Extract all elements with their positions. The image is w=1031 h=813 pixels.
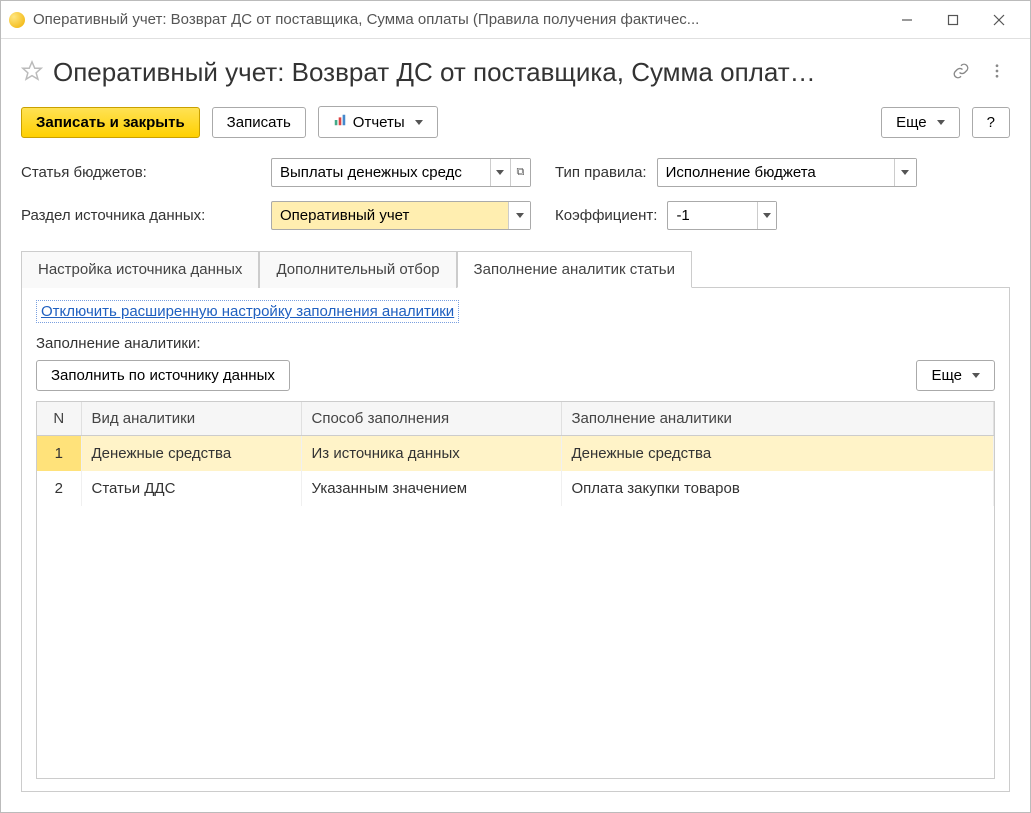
source-section-dropdown-button[interactable]: [508, 202, 530, 229]
col-n[interactable]: N: [37, 402, 81, 436]
disable-extended-link[interactable]: Отключить расширенную настройку заполнен…: [36, 300, 459, 323]
coefficient-label: Коэффициент:: [555, 207, 657, 224]
col-analytics-fill[interactable]: Заполнение аналитики: [561, 402, 994, 436]
coefficient-input-wrap: [667, 201, 777, 230]
rule-type-label: Тип правила:: [555, 164, 647, 181]
tab-additional-filter[interactable]: Дополнительный отбор: [259, 251, 456, 288]
main-toolbar: Записать и закрыть Записать Отчеты Еще ?: [21, 106, 1010, 138]
content-area: Оперативный учет: Возврат ДС от поставщи…: [1, 39, 1030, 812]
page-header: Оперативный учет: Возврат ДС от поставщи…: [21, 57, 1010, 88]
budget-article-dropdown-button[interactable]: [490, 159, 510, 186]
source-section-input-wrap: [271, 201, 531, 230]
close-button[interactable]: [976, 5, 1022, 35]
fill-by-source-button[interactable]: Заполнить по источнику данных: [36, 360, 290, 391]
cell-n: 2: [37, 471, 81, 506]
coefficient-dropdown-button[interactable]: [757, 202, 776, 229]
budget-article-input[interactable]: [272, 159, 490, 186]
form-row-1: Статья бюджетов: Тип правила:: [21, 158, 1010, 187]
save-button[interactable]: Записать: [212, 107, 306, 138]
window-title: Оперативный учет: Возврат ДС от поставщи…: [33, 11, 884, 28]
app-icon: [9, 12, 25, 28]
save-and-close-button[interactable]: Записать и закрыть: [21, 107, 200, 138]
minimize-button[interactable]: [884, 5, 930, 35]
kebab-menu-icon[interactable]: [984, 58, 1010, 88]
fill-analytics-label: Заполнение аналитики:: [36, 335, 995, 352]
budget-article-label: Статья бюджетов:: [21, 164, 261, 181]
source-section-input[interactable]: [272, 202, 508, 229]
window-controls: [884, 5, 1022, 35]
table-row[interactable]: 2 Статьи ДДС Указанным значением Оплата …: [37, 471, 994, 506]
form-row-2: Раздел источника данных: Коэффициент:: [21, 201, 1010, 230]
page-title: Оперативный учет: Возврат ДС от поставщи…: [53, 57, 938, 88]
cell-fill: Оплата закупки товаров: [561, 471, 994, 506]
col-analytics-type[interactable]: Вид аналитики: [81, 402, 301, 436]
source-section-label: Раздел источника данных:: [21, 207, 261, 224]
link-icon[interactable]: [948, 58, 974, 88]
titlebar: Оперативный учет: Возврат ДС от поставщи…: [1, 1, 1030, 39]
analytics-table-wrap: N Вид аналитики Способ заполнения Заполн…: [36, 401, 995, 779]
table-row[interactable]: 1 Денежные средства Из источника данных …: [37, 436, 994, 472]
rule-type-input[interactable]: [658, 159, 894, 186]
table-header-row: N Вид аналитики Способ заполнения Заполн…: [37, 402, 994, 436]
reports-label: Отчеты: [353, 114, 405, 131]
cell-type: Денежные средства: [81, 436, 301, 472]
tab-analytics-fill[interactable]: Заполнение аналитик статьи: [457, 251, 692, 288]
cell-type: Статьи ДДС: [81, 471, 301, 506]
budget-article-open-button[interactable]: [510, 159, 530, 186]
coefficient-input[interactable]: [668, 202, 757, 229]
favorite-star-icon[interactable]: [21, 60, 43, 86]
budget-article-input-wrap: [271, 158, 531, 187]
tab-bar: Настройка источника данных Дополнительны…: [21, 250, 1010, 288]
cell-fill: Денежные средства: [561, 436, 994, 472]
rule-type-input-wrap: [657, 158, 917, 187]
help-button[interactable]: ?: [972, 107, 1010, 138]
tab-panel-analytics: Отключить расширенную настройку заполнен…: [21, 288, 1010, 792]
cell-method: Указанным значением: [301, 471, 561, 506]
tab-source-config[interactable]: Настройка источника данных: [21, 251, 259, 288]
app-window: Оперативный учет: Возврат ДС от поставщи…: [0, 0, 1031, 813]
rule-type-dropdown-button[interactable]: [894, 159, 916, 186]
maximize-button[interactable]: [930, 5, 976, 35]
cell-method: Из источника данных: [301, 436, 561, 472]
report-icon: [333, 113, 347, 131]
col-fill-method[interactable]: Способ заполнения: [301, 402, 561, 436]
more-button[interactable]: Еще: [881, 107, 960, 138]
panel-more-button[interactable]: Еще: [916, 360, 995, 391]
analytics-table: N Вид аналитики Способ заполнения Заполн…: [37, 402, 994, 506]
reports-button[interactable]: Отчеты: [318, 106, 438, 138]
cell-n: 1: [37, 436, 81, 472]
panel-toolbar: Заполнить по источнику данных Еще: [36, 360, 995, 391]
